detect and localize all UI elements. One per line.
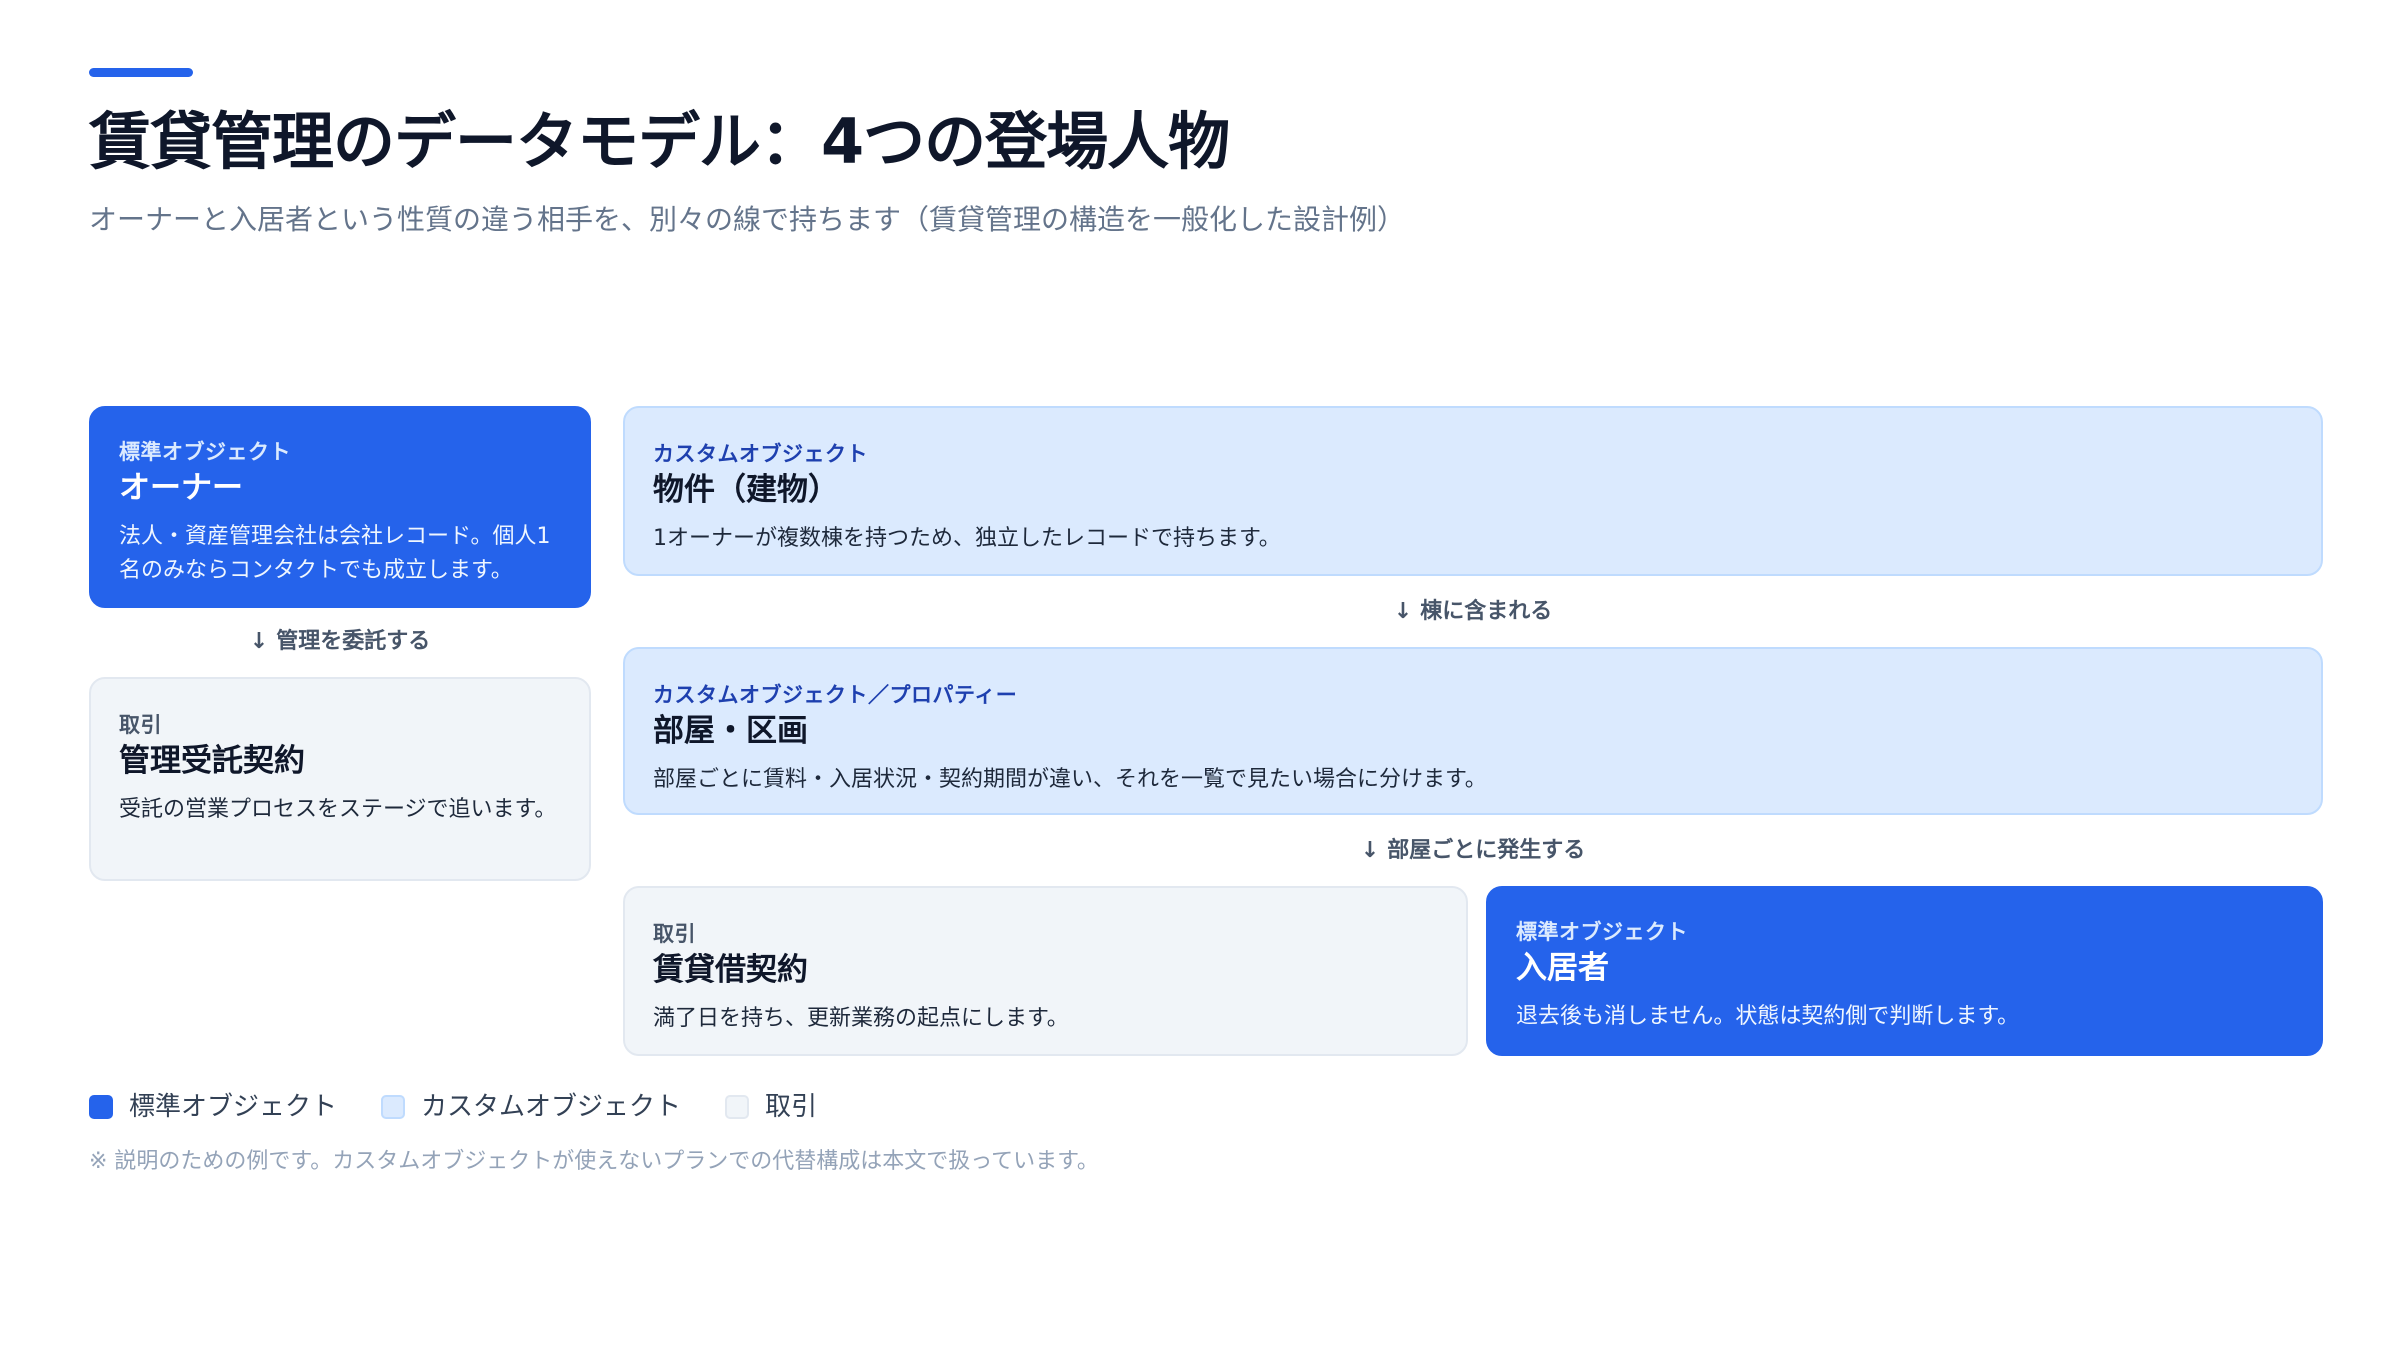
- card-owner-name: オーナー: [119, 470, 243, 506]
- card-tenant-kicker: 標準オブジェクト: [1516, 920, 1688, 944]
- card-tenant-desc: 退去後も消しません。状態は契約側で判断します。: [1516, 1004, 2020, 1029]
- legend-swatch-standard: [89, 1095, 113, 1119]
- legend-label-custom: カスタムオブジェクト: [421, 1092, 682, 1122]
- card-management-contract-name: 管理受託契約: [119, 743, 305, 779]
- legend: 標準オブジェクト カスタムオブジェクト 取引: [89, 1089, 861, 1125]
- card-room: カスタムオブジェクト／プロパティー 部屋・区画 部屋ごとに賃料・入居状況・契約期…: [623, 647, 2323, 815]
- card-lease-kicker: 取引: [653, 922, 696, 946]
- card-lease-name: 賃貸借契約: [653, 952, 808, 988]
- card-tenant: 標準オブジェクト 入居者 退去後も消しません。状態は契約側で判断します。: [1486, 886, 2323, 1056]
- card-owner: 標準オブジェクト オーナー 法人・資産管理会社は会社レコード。個人1名のみならコ…: [89, 406, 591, 608]
- legend-item-standard: 標準オブジェクト: [89, 1089, 337, 1125]
- page-title: 賃貸管理のデータモデル：4つの登場人物: [89, 105, 1230, 178]
- legend-label-standard: 標準オブジェクト: [129, 1092, 338, 1122]
- page-subtitle: オーナーと入居者という性質の違う相手を、別々の線で持ちます（賃貸管理の構造を一般…: [89, 203, 1406, 236]
- card-property-name: 物件（建物）: [653, 472, 839, 508]
- footnote: ※ 説明のための例です。カスタムオブジェクトが使えないプランでの代替構成は本文で…: [89, 1149, 1099, 1174]
- card-owner-kicker: 標準オブジェクト: [119, 440, 291, 464]
- card-room-desc: 部屋ごとに賃料・入居状況・契約期間が違い、それを一覧で見たい場合に分けます。: [653, 767, 1487, 792]
- card-property: カスタムオブジェクト 物件（建物） 1オーナーが複数棟を持つため、独立したレコー…: [623, 406, 2323, 576]
- legend-swatch-deal: [725, 1095, 750, 1119]
- slide: 賃貸管理のデータモデル：4つの登場人物 オーナーと入居者という性質の違う相手を、…: [0, 0, 2400, 1350]
- legend-item-custom: カスタムオブジェクト: [381, 1089, 681, 1125]
- connector-label: 棟に含まれる: [1420, 599, 1553, 624]
- down-arrow-icon: ↓: [1360, 838, 1380, 863]
- down-arrow-icon: ↓: [1393, 599, 1413, 624]
- connector-label: 部屋ごとに発生する: [1387, 838, 1586, 863]
- card-room-kicker: カスタムオブジェクト／プロパティー: [653, 683, 1018, 707]
- card-room-name: 部屋・区画: [653, 713, 808, 749]
- connector-room-to-lease: ↓ 部屋ごとに発生する: [623, 836, 2323, 866]
- connector-owner-to-contract: ↓ 管理を委託する: [89, 627, 591, 657]
- card-lease-desc: 満了日を持ち、更新業務の起点にします。: [653, 1006, 1069, 1031]
- card-owner-desc: 法人・資産管理会社は会社レコード。個人1名のみならコンタクトでも成立します。: [119, 524, 551, 583]
- legend-label-deal: 取引: [765, 1092, 818, 1122]
- card-lease: 取引 賃貸借契約 満了日を持ち、更新業務の起点にします。: [623, 886, 1468, 1056]
- connector-label: 管理を委託する: [276, 629, 431, 654]
- connector-property-to-room: ↓ 棟に含まれる: [623, 597, 2323, 627]
- card-property-kicker: カスタムオブジェクト: [653, 442, 868, 466]
- card-management-contract: 取引 管理受託契約 受託の営業プロセスをステージで追います。: [89, 677, 591, 881]
- card-tenant-name: 入居者: [1516, 950, 1609, 986]
- card-management-contract-desc: 受託の営業プロセスをステージで追います。: [119, 797, 557, 822]
- legend-swatch-custom: [381, 1095, 406, 1119]
- card-property-desc: 1オーナーが複数棟を持つため、独立したレコードで持ちます。: [653, 526, 1281, 551]
- title-accent-bar: [89, 68, 193, 77]
- legend-item-deal: 取引: [725, 1089, 817, 1125]
- down-arrow-icon: ↓: [249, 629, 269, 654]
- card-management-contract-kicker: 取引: [119, 713, 162, 737]
